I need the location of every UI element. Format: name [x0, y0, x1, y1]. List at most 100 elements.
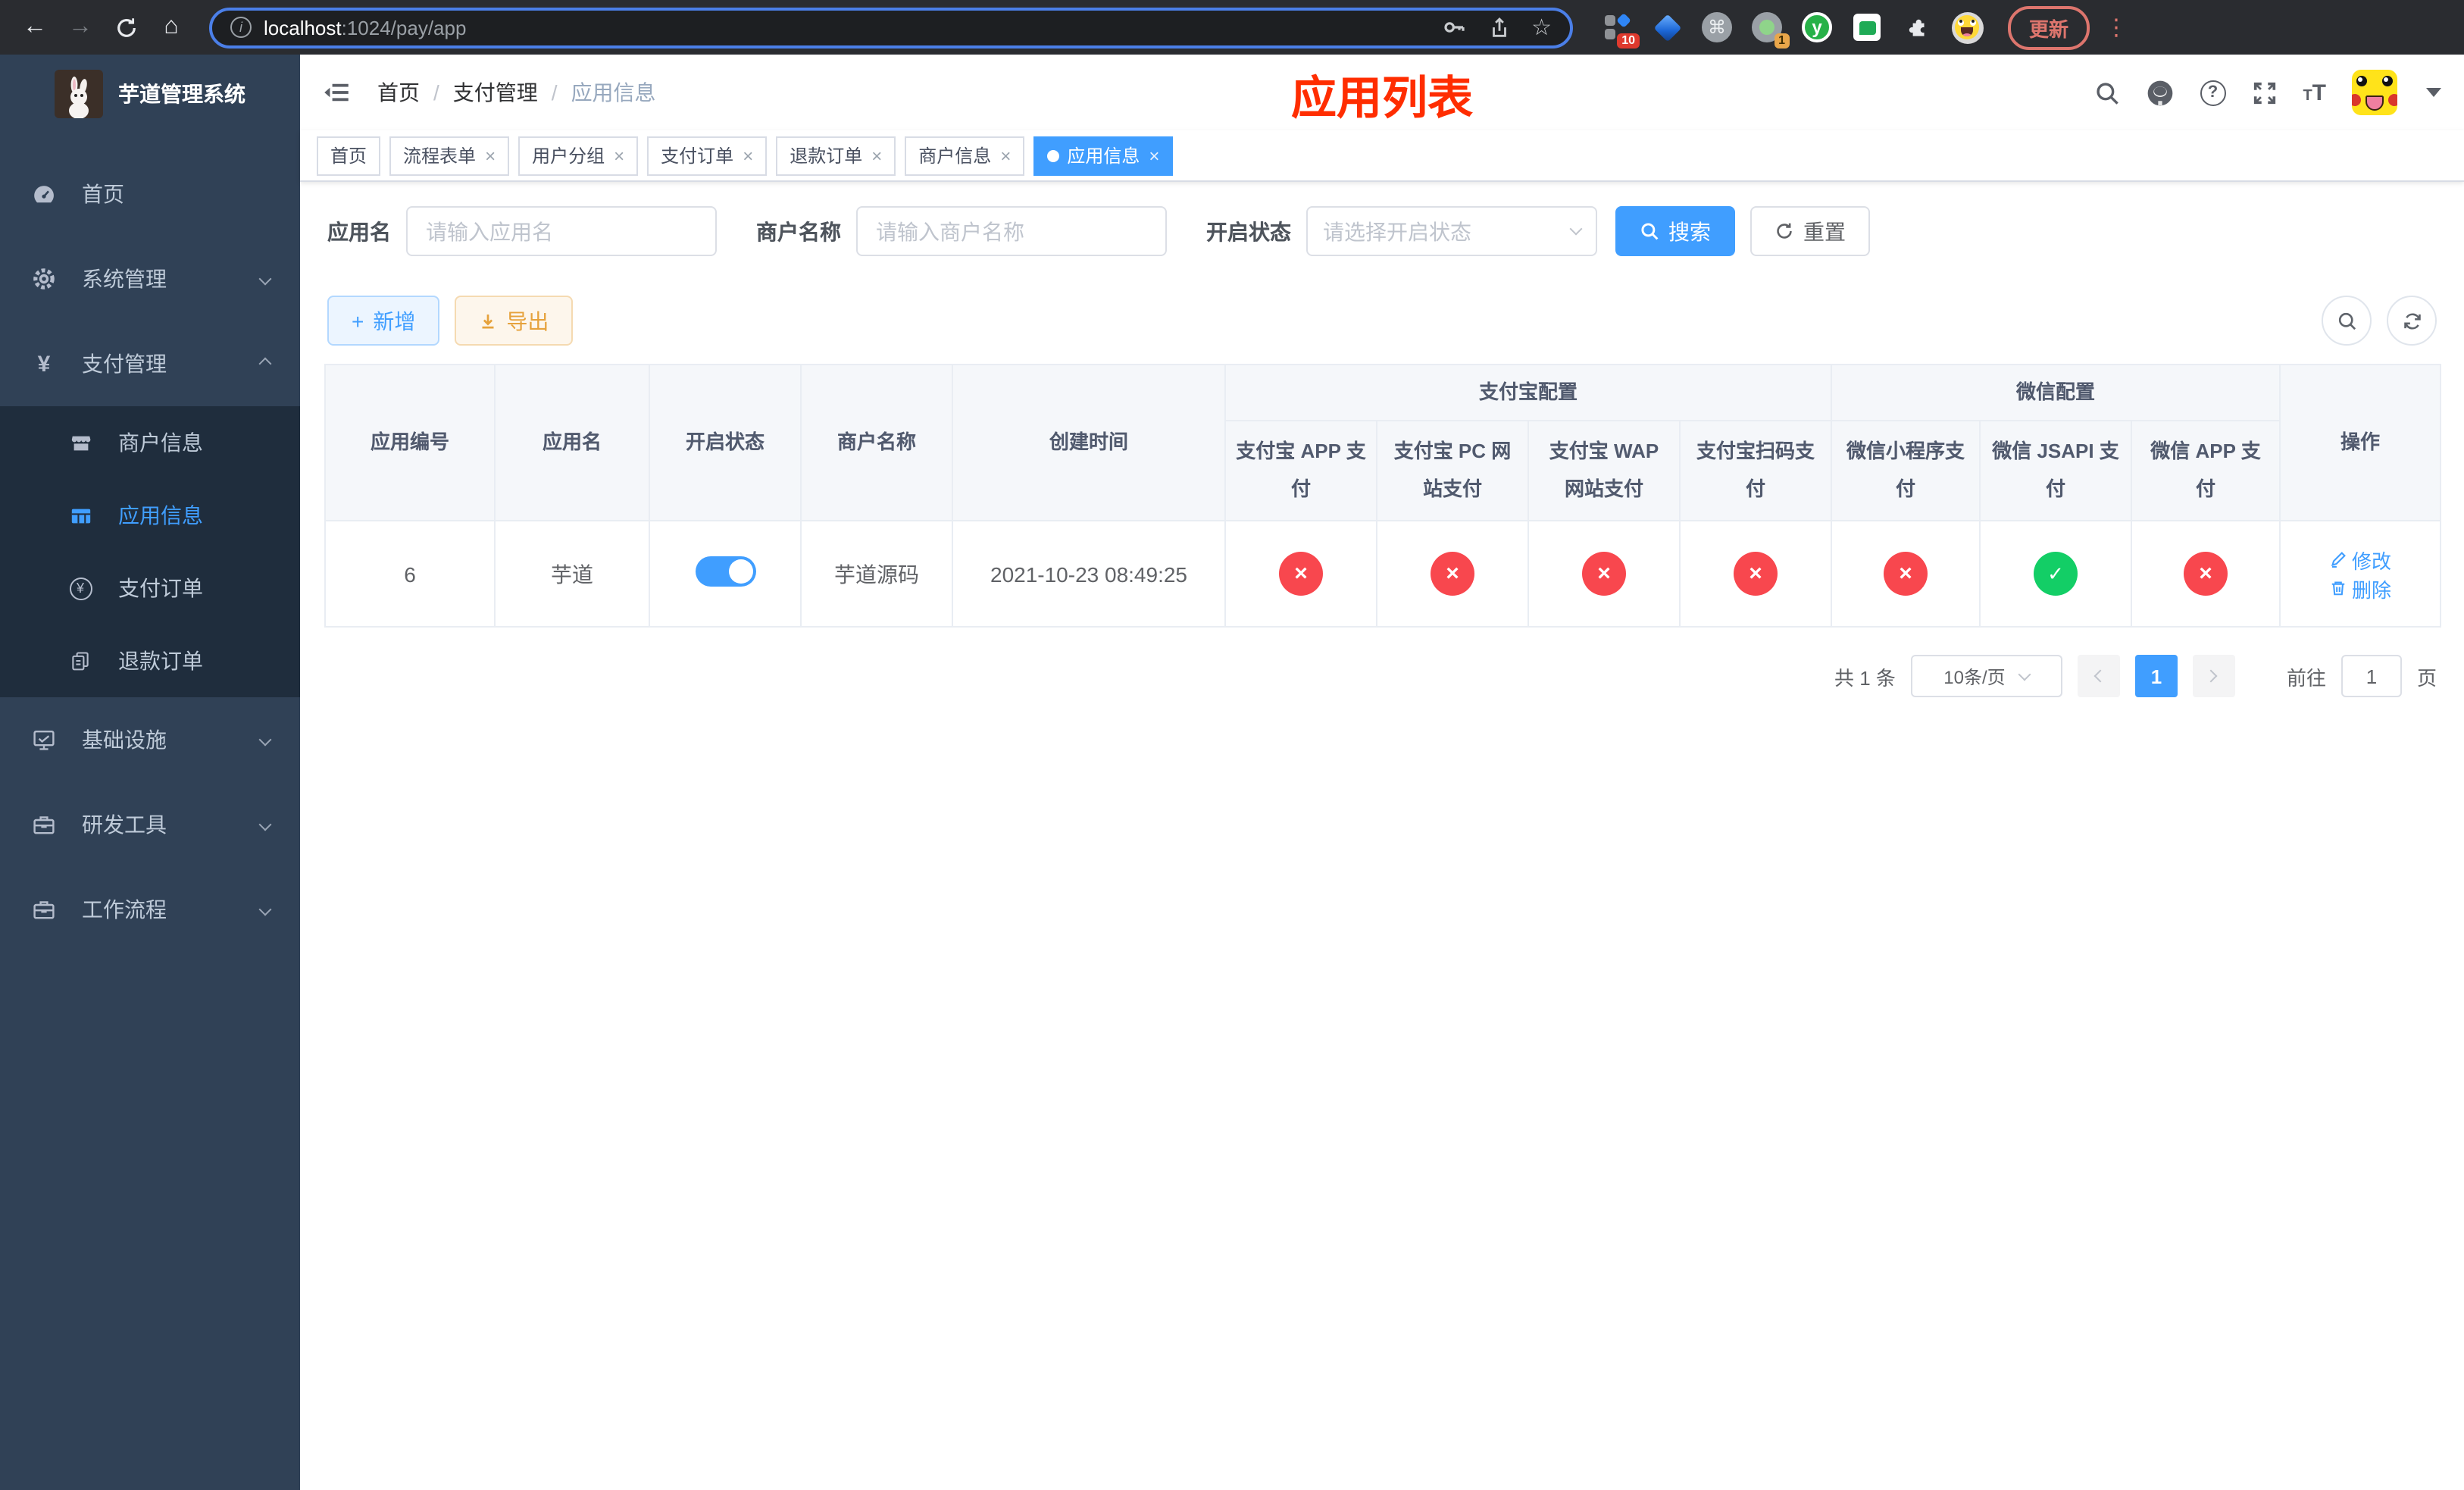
app-table: 应用编号 应用名 开启状态 商户名称 创建时间 支付宝配置 微信配置 操作 支付… [324, 363, 2442, 628]
toggle-search-button[interactable] [2322, 296, 2372, 346]
bookmark-star-icon[interactable]: ☆ [1531, 14, 1552, 41]
close-icon[interactable]: × [1149, 145, 1159, 166]
edit-link[interactable]: 修改 [2329, 546, 2391, 574]
wechat-jsapi-status-icon [2034, 552, 2078, 596]
merchant-name-input[interactable] [856, 206, 1167, 256]
current-page-button[interactable]: 1 [2134, 655, 2178, 698]
sidebar-item-app-info[interactable]: 应用信息 [0, 479, 300, 552]
app-name-label: 应用名 [327, 219, 391, 243]
browser-update-button[interactable]: 更新 [2008, 5, 2090, 49]
cell-merchant-name: 芋道源码 [800, 520, 953, 628]
refresh-table-button[interactable] [2387, 296, 2437, 346]
col-alipay-app: 支付宝 APP 支付 [1224, 419, 1377, 522]
tab-user-group[interactable]: 用户分组 × [518, 136, 639, 175]
search-icon[interactable] [2093, 80, 2119, 105]
export-button[interactable]: 导出 [455, 296, 574, 346]
sidebar-item-label: 应用信息 [118, 503, 203, 527]
delete-link[interactable]: 删除 [2329, 574, 2391, 603]
col-wechat-jsapi: 微信 JSAPI 支付 [1979, 419, 2133, 522]
password-key-icon[interactable] [1442, 15, 1466, 39]
browser-back-icon[interactable]: ← [15, 8, 55, 47]
gear-icon [30, 267, 58, 291]
close-icon[interactable]: × [871, 145, 882, 166]
extension-grid-icon[interactable]: 10 [1600, 11, 1640, 49]
extension-badge: 1 [1774, 33, 1790, 49]
help-icon[interactable]: ? [2200, 80, 2226, 105]
close-icon[interactable]: × [743, 145, 753, 166]
chevron-down-icon [258, 272, 272, 286]
prev-page-button[interactable] [2077, 655, 2120, 698]
browser-refresh-icon[interactable] [106, 8, 145, 47]
tab-pay-order[interactable]: 支付订单 × [647, 136, 768, 175]
add-button[interactable]: + 新增 [327, 296, 440, 346]
extension-kite-icon[interactable] [1650, 11, 1684, 44]
tab-refund-order[interactable]: 退款订单 × [776, 136, 896, 175]
sidebar-logo[interactable]: 芋道管理系统 [0, 55, 300, 133]
page-title: 应用列表 [1291, 74, 1473, 124]
next-page-button[interactable] [2192, 655, 2235, 698]
tab-process-form[interactable]: 流程表单 × [389, 136, 510, 175]
reset-button[interactable]: 重置 [1750, 206, 1870, 256]
pagination-total: 共 1 条 [1834, 666, 1896, 690]
extension-command-icon[interactable]: ⌘ [1700, 11, 1734, 44]
sidebar-item-infrastructure[interactable]: 基础设施 [0, 697, 300, 782]
chevron-up-icon [258, 357, 272, 371]
sidebar-item-pay-order[interactable]: ¥ 支付订单 [0, 552, 300, 624]
sidebar-collapse-icon[interactable] [323, 77, 353, 108]
goto-page-input[interactable] [2340, 655, 2402, 698]
font-size-icon[interactable]: TT [2303, 81, 2326, 104]
page-info-icon[interactable]: i [230, 17, 252, 38]
sidebar-item-label: 首页 [82, 182, 124, 206]
url-text: localhost:1024/pay/app [264, 16, 467, 39]
sidebar-item-refund-order[interactable]: 退款订单 [0, 624, 300, 697]
breadcrumb-home[interactable]: 首页 [377, 77, 420, 108]
chevron-down-icon [1569, 222, 1583, 236]
extensions-puzzle-icon[interactable] [1900, 11, 1934, 44]
extension-y-icon[interactable]: y [1800, 11, 1834, 44]
profile-emoji-icon[interactable] [1950, 11, 1984, 44]
tab-app-info[interactable]: 应用信息 × [1033, 136, 1174, 175]
breadcrumb-payment[interactable]: 支付管理 [453, 77, 538, 108]
address-bar[interactable]: i localhost:1024/pay/app ☆ [209, 7, 1573, 48]
tab-merchant-info[interactable]: 商户信息 × [905, 136, 1025, 175]
browser-forward-icon[interactable]: → [61, 8, 100, 47]
sidebar-item-label: 支付订单 [118, 576, 203, 600]
sidebar-item-label: 工作流程 [82, 897, 167, 922]
close-icon[interactable]: × [1000, 145, 1011, 166]
col-alipay-wap: 支付宝 WAP 网站支付 [1527, 419, 1681, 522]
user-avatar[interactable] [2352, 70, 2397, 115]
sidebar-item-home[interactable]: 首页 [0, 152, 300, 236]
share-icon[interactable] [1487, 16, 1510, 39]
extension-record-icon[interactable]: 1 [1750, 11, 1790, 49]
alipay-pc-status-icon [1431, 552, 1474, 596]
chevron-down-icon [258, 733, 272, 747]
app-shell: 芋道管理系统 首页 系统管理 ¥ 支付管理 商户信息 应用信息 ¥ 支付订单 退… [0, 55, 2464, 1490]
extension-chat-icon[interactable] [1850, 11, 1884, 44]
col-wechat-app: 微信 APP 支付 [2131, 419, 2281, 522]
browser-home-icon[interactable]: ⌂ [152, 8, 191, 47]
page-size-select[interactable]: 10条/页 [1910, 655, 2062, 698]
tags-view-bar: 首页 流程表单 × 用户分组 × 支付订单 × 退款订单 × 商户信息 × 应用信息 × [300, 130, 2464, 182]
close-icon[interactable]: × [485, 145, 496, 166]
sidebar-item-merchant-info[interactable]: 商户信息 [0, 406, 300, 479]
wechat-lite-status-icon [1884, 552, 1928, 596]
sidebar-item-dev-tools[interactable]: 研发工具 [0, 782, 300, 867]
open-status-select[interactable]: 请选择开启状态 [1306, 206, 1597, 256]
col-open-status: 开启状态 [649, 363, 802, 522]
alipay-scan-status-icon [1734, 552, 1778, 596]
fullscreen-icon[interactable] [2251, 80, 2277, 105]
github-icon[interactable] [2145, 78, 2174, 107]
close-icon[interactable]: × [614, 145, 624, 166]
open-status-label: 开启状态 [1206, 219, 1291, 243]
sidebar-item-system[interactable]: 系统管理 [0, 236, 300, 321]
tab-home[interactable]: 首页 [317, 136, 381, 175]
avatar-caret-icon[interactable] [2426, 88, 2441, 97]
open-status-toggle[interactable] [695, 556, 755, 587]
app-name-input[interactable] [406, 206, 717, 256]
col-create-time: 创建时间 [952, 363, 1226, 522]
col-alipay-scan: 支付宝扫码支付 [1678, 419, 1833, 522]
search-button[interactable]: 搜索 [1615, 206, 1735, 256]
sidebar-item-workflow[interactable]: 工作流程 [0, 867, 300, 952]
browser-menu-icon[interactable]: ⋮ [2105, 14, 2128, 41]
sidebar-item-payment[interactable]: ¥ 支付管理 [0, 321, 300, 406]
